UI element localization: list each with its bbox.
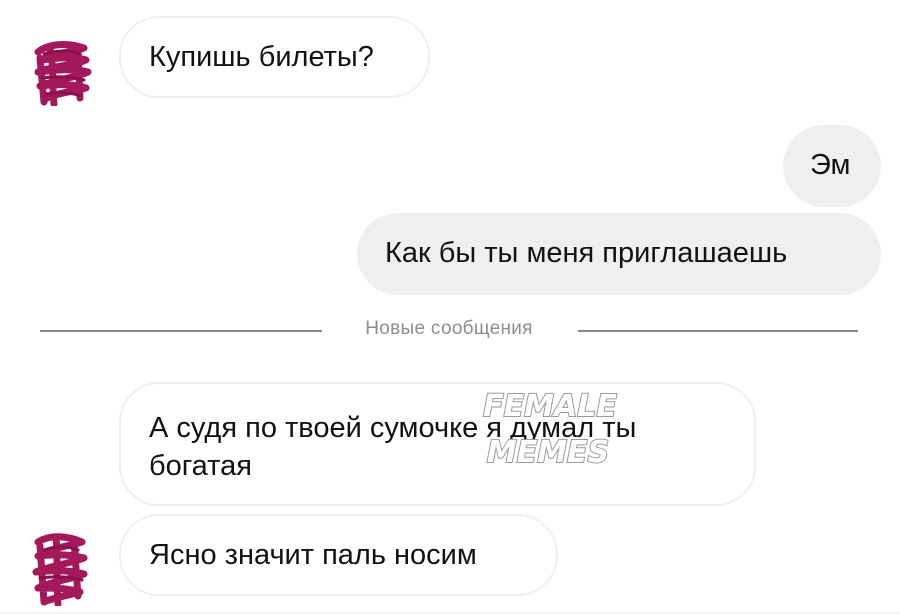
divider-line-right	[578, 330, 858, 332]
divider-label: Новые сообщения	[365, 318, 533, 339]
svg-text:MEMES: MEMES	[487, 435, 609, 470]
message-incoming-3[interactable]: Ясно значит паль носим	[119, 514, 558, 596]
message-incoming-2[interactable]: А судя по твоей сумочке я думал ты богат…	[119, 382, 756, 506]
message-text: Эм	[810, 149, 851, 181]
message-incoming-1[interactable]: Купишь билеты?	[119, 16, 430, 98]
message-text: Купишь билеты?	[149, 41, 374, 73]
new-messages-divider: Новые сообщения	[40, 316, 858, 346]
female-memes-watermark: FEMALE MEMES	[478, 384, 623, 472]
message-text: Ясно значит паль носим	[149, 539, 477, 571]
watermark-logo-icon: FEMALE MEMES	[482, 388, 618, 471]
message-outgoing-2[interactable]: Как бы ты меня приглашаешь	[357, 213, 881, 295]
message-outgoing-1[interactable]: Эм	[783, 125, 881, 207]
sender-avatar-top[interactable]	[30, 38, 92, 108]
avatar-scribble-icon	[32, 533, 88, 608]
message-text-line-2: богатая	[149, 450, 252, 482]
message-text-line-1: А судя по твоей сумочке я думал ты	[149, 412, 637, 444]
avatar-scribble-icon	[34, 41, 92, 108]
message-text: Как бы ты меня приглашаешь	[385, 237, 788, 269]
svg-text:FEMALE: FEMALE	[483, 389, 617, 424]
sender-avatar-bottom[interactable]	[28, 530, 90, 608]
